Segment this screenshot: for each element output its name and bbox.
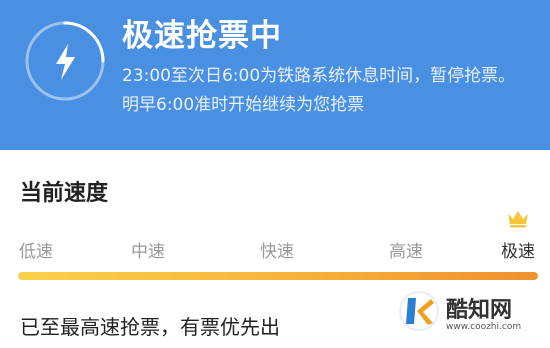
speed-section-title: 当前速度	[20, 181, 109, 206]
speed-status-text: 已至最高速抢票，有票优先出	[20, 315, 280, 339]
crown-icon	[508, 211, 528, 228]
speed-level-max: 极速	[501, 242, 535, 262]
speed-progress-bar	[18, 272, 538, 280]
watermark-name: 酷知网	[446, 298, 513, 323]
rest-time-notice: 23:00至次日6:00为铁路系统休息时间，暂停抢票。明早6:00准时开始继续为…	[122, 66, 516, 115]
speed-level-low: 低速	[19, 242, 53, 262]
speed-level-fast: 快速	[260, 242, 294, 262]
speed-levels: 低速 中速 快速 高速 极速	[0, 237, 550, 263]
speed-progress-fill	[18, 272, 538, 280]
lightning-icon	[25, 21, 105, 101]
watermark-logo	[399, 291, 439, 331]
speed-level-high: 高速	[389, 242, 423, 262]
speed-level-medium: 中速	[131, 242, 165, 262]
watermark: 酷知网 www.coozhi.com	[398, 286, 548, 346]
status-header: 极速抢票中 23:00至次日6:00为铁路系统休息时间，暂停抢票。明早6:00准…	[0, 0, 550, 150]
page-title: 极速抢票中	[122, 18, 282, 54]
watermark-url: www.coozhi.com	[446, 322, 522, 332]
